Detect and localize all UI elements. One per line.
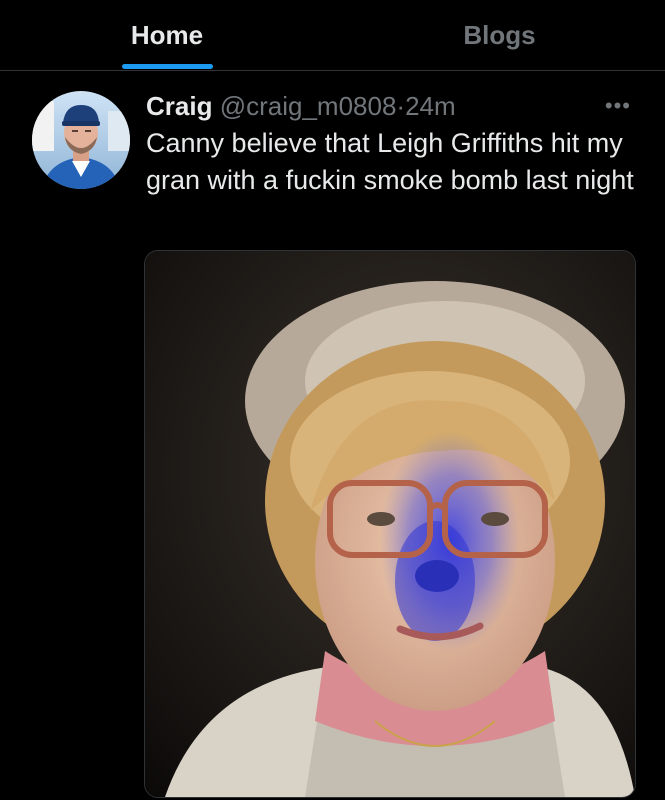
tweet-header: Craig @craig_m0808·24m	[146, 89, 456, 123]
tab-home[interactable]: Home	[0, 0, 334, 70]
tweet[interactable]: Craig @craig_m0808·24m ••• Canny believe…	[0, 71, 665, 800]
avatar[interactable]	[32, 91, 130, 189]
tweet-time[interactable]: 24m	[405, 91, 456, 121]
active-tab-indicator	[122, 64, 213, 69]
tab-blogs[interactable]: Blogs	[334, 0, 665, 70]
top-tab-bar: Home Blogs	[0, 0, 665, 71]
separator-dot: ·	[396, 91, 406, 121]
tweet-text: Canny believe that Leigh Griffiths hit m…	[146, 128, 634, 195]
author-name[interactable]: Craig	[146, 91, 212, 121]
author-handle[interactable]: @craig_m0808	[220, 91, 397, 121]
avatar-photo	[32, 91, 130, 189]
more-horizontal-icon[interactable]: •••	[605, 93, 631, 119]
tweet-photo	[145, 251, 635, 797]
tab-blogs-label: Blogs	[463, 19, 536, 50]
tab-home-label: Home	[130, 19, 204, 50]
tweet-media[interactable]	[144, 250, 636, 798]
